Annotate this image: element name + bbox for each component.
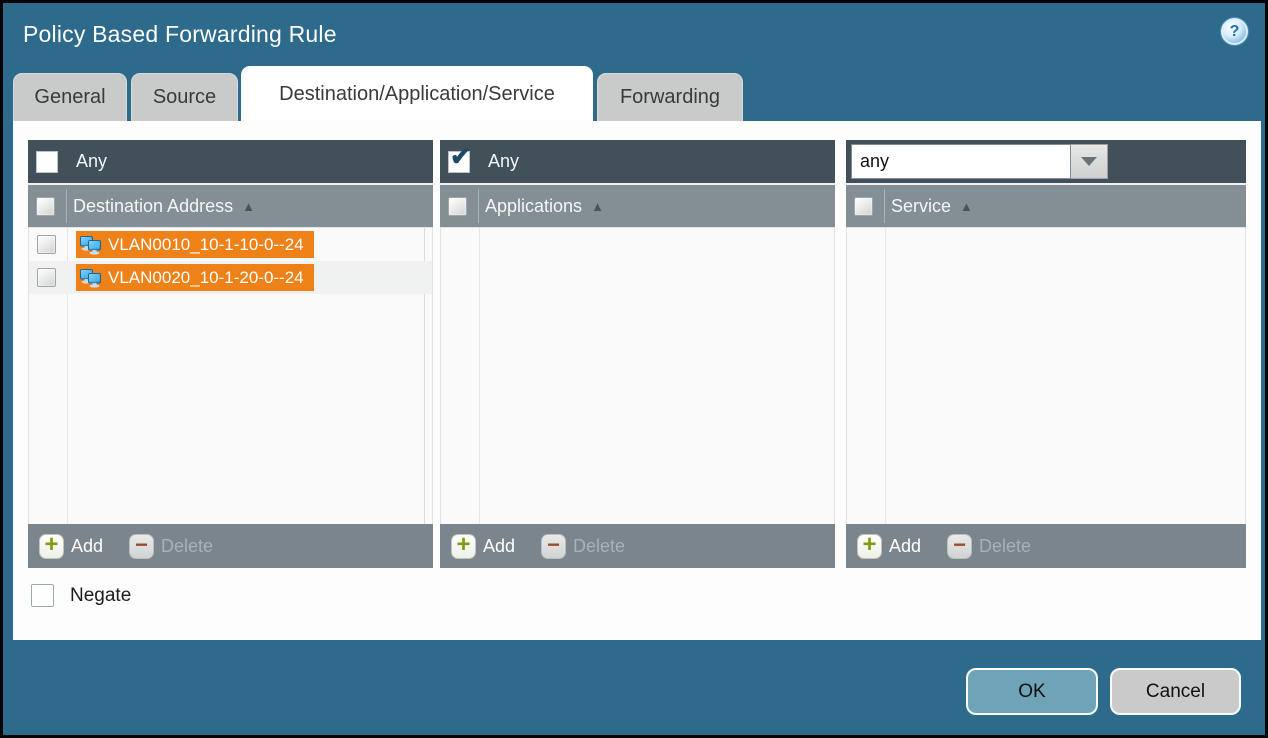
destination-row-vlan0010[interactable]: VLAN0010_10-1-10-0--24 (29, 228, 432, 261)
destination-select-all-checkbox[interactable] (36, 197, 55, 216)
service-select-all-checkbox[interactable] (854, 197, 873, 216)
destination-any-bar: Any (28, 140, 433, 185)
row-checkbox[interactable] (37, 268, 56, 287)
add-button-label: Add (71, 536, 103, 557)
column-divider (884, 189, 885, 223)
applications-list (440, 228, 835, 524)
network-address-icon (80, 268, 102, 288)
applications-panel: ✔ Any Applications ▲ + Add − De (440, 140, 835, 568)
address-object-chip[interactable]: VLAN0010_10-1-10-0--24 (76, 231, 314, 258)
add-button-label: Add (483, 536, 515, 557)
add-plus-icon: + (857, 534, 882, 559)
row-checkbox[interactable] (37, 235, 56, 254)
service-dropdown (851, 144, 1108, 179)
network-address-icon (80, 235, 102, 255)
column-divider (479, 228, 480, 524)
address-object-chip[interactable]: VLAN0020_10-1-20-0--24 (76, 264, 314, 291)
chevron-down-icon (1081, 157, 1097, 166)
service-dropdown-button[interactable] (1071, 144, 1108, 179)
service-dropdown-input[interactable] (851, 144, 1071, 179)
service-list (846, 228, 1246, 524)
applications-column-label[interactable]: Applications (485, 196, 582, 217)
applications-delete-button[interactable]: − Delete (541, 534, 625, 559)
column-divider (885, 228, 886, 524)
tab-source-label: Source (153, 86, 216, 109)
delete-button-label: Delete (161, 536, 213, 557)
ok-button[interactable]: OK (966, 668, 1098, 715)
applications-add-button[interactable]: + Add (451, 534, 515, 559)
tab-content-destination-application-service: Any Destination Address ▲ VLAN0010_1 (13, 121, 1261, 640)
sort-ascending-icon: ▲ (242, 199, 255, 214)
help-icon[interactable]: ? (1221, 18, 1248, 45)
destination-row-vlan0020[interactable]: VLAN0020_10-1-20-0--24 (29, 261, 432, 294)
tab-source[interactable]: Source (131, 73, 238, 121)
tab-general-label: General (34, 86, 105, 109)
sort-ascending-icon: ▲ (591, 199, 604, 214)
applications-toolbar: + Add − Delete (440, 524, 835, 568)
applications-any-bar: ✔ Any (440, 140, 835, 185)
tab-destination-application-service-label: Destination/Application/Service (279, 83, 555, 106)
delete-minus-icon: − (129, 534, 154, 559)
destination-column-label[interactable]: Destination Address (73, 196, 233, 217)
destination-toolbar: + Add − Delete (28, 524, 433, 568)
service-any-bar (846, 140, 1246, 185)
delete-minus-icon: − (947, 534, 972, 559)
cancel-button[interactable]: Cancel (1110, 668, 1241, 715)
destination-any-checkbox[interactable] (36, 151, 58, 173)
column-divider (478, 189, 479, 223)
add-plus-icon: + (39, 534, 64, 559)
dialog-title: Policy Based Forwarding Rule (23, 21, 337, 48)
column-divider (66, 189, 67, 223)
tab-general[interactable]: General (13, 73, 127, 121)
applications-any-checkbox[interactable]: ✔ (448, 151, 470, 173)
add-button-label: Add (889, 536, 921, 557)
service-delete-button[interactable]: − Delete (947, 534, 1031, 559)
destination-address-panel: Any Destination Address ▲ VLAN0010_1 (28, 140, 433, 568)
add-plus-icon: + (451, 534, 476, 559)
address-object-label: VLAN0010_10-1-10-0--24 (108, 235, 304, 255)
destination-list: VLAN0010_10-1-10-0--24 VLAN0020_10-1-20-… (28, 228, 433, 524)
tab-destination-application-service[interactable]: Destination/Application/Service (241, 66, 593, 121)
tab-forwarding[interactable]: Forwarding (597, 73, 743, 121)
service-column-label[interactable]: Service (891, 196, 951, 217)
tab-forwarding-label: Forwarding (620, 86, 720, 109)
destination-any-label: Any (76, 151, 107, 172)
destination-delete-button[interactable]: − Delete (129, 534, 213, 559)
delete-button-label: Delete (979, 536, 1031, 557)
applications-select-all-checkbox[interactable] (448, 197, 467, 216)
sort-ascending-icon: ▲ (960, 199, 973, 214)
applications-any-label: Any (488, 151, 519, 172)
negate-label: Negate (70, 585, 131, 607)
service-toolbar: + Add − Delete (846, 524, 1246, 568)
negate-control: Negate (31, 584, 131, 607)
applications-column-header: Applications ▲ (440, 185, 835, 228)
delete-button-label: Delete (573, 536, 625, 557)
policy-based-forwarding-dialog: Policy Based Forwarding Rule ? General S… (0, 0, 1268, 738)
service-add-button[interactable]: + Add (857, 534, 921, 559)
delete-minus-icon: − (541, 534, 566, 559)
address-object-label: VLAN0020_10-1-20-0--24 (108, 268, 304, 288)
destination-add-button[interactable]: + Add (39, 534, 103, 559)
service-column-header: Service ▲ (846, 185, 1246, 228)
negate-checkbox[interactable] (31, 584, 54, 607)
checkmark-icon: ✔ (450, 145, 471, 170)
destination-column-header: Destination Address ▲ (28, 185, 433, 228)
service-panel: Service ▲ + Add − Delete (846, 140, 1246, 568)
